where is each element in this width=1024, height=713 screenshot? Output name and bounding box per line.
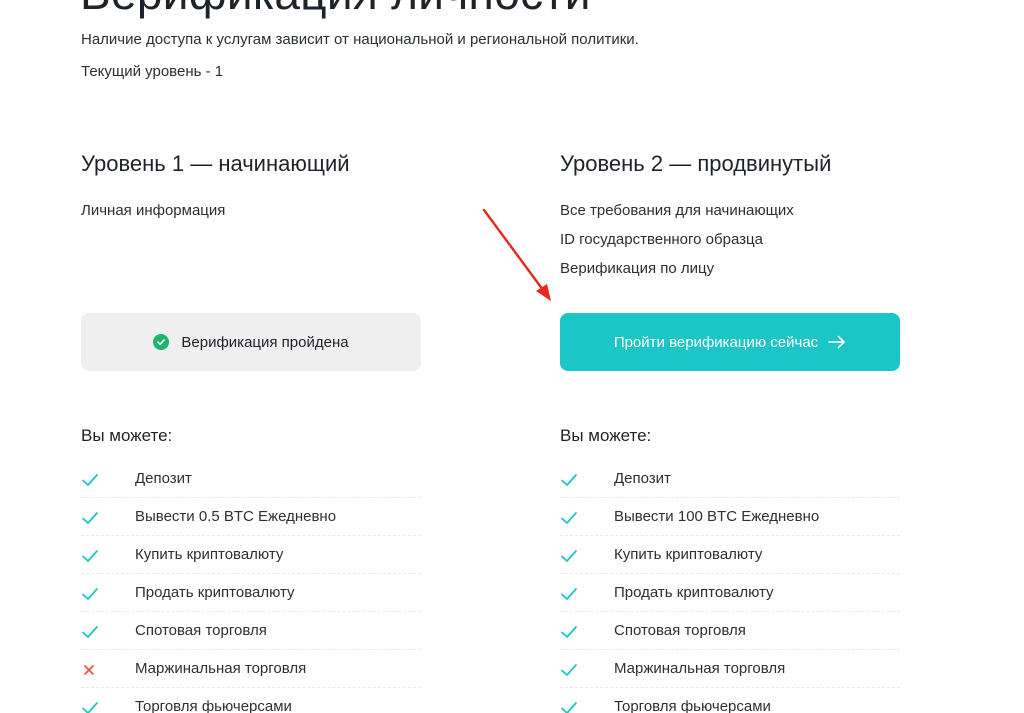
level-2-requirements: Все требования для начинающих ID государ… [560,202,794,289]
verification-passed-badge: Верификация пройдена [81,313,421,371]
check-icon [560,661,578,679]
feature-item: Вывести 0.5 BTC Ежедневно [81,498,421,536]
feature-item: Маржинальная торговля [81,650,421,688]
level-1-title: Уровень 1 — начинающий [81,151,350,176]
feature-item: Спотовая торговля [560,612,900,650]
verification-passed-label: Верификация пройдена [181,333,349,351]
feature-label: Продать криптовалюту [614,584,774,601]
check-icon [81,585,99,603]
requirement-item: Верификация по лицу [560,260,715,277]
requirement-item: Личная информация [81,202,226,219]
level-2-can-title: Вы можете: [560,426,652,445]
feature-label: Спотовая торговля [135,622,267,639]
feature-label: Купить криптовалюту [135,546,284,563]
feature-item: Продать криптовалюту [560,574,900,612]
verify-now-label: Пройти верификацию сейчас [613,333,819,351]
feature-label: Маржинальная торговля [135,660,307,677]
feature-label: Вывести 100 BTC Ежедневно [614,508,820,525]
check-icon [560,509,578,527]
feature-label: Продать криптовалюту [135,584,295,601]
check-icon [81,547,99,565]
requirement-item: ID государственного образца [560,231,763,248]
current-level: Текущий уровень - 1 [81,63,224,80]
policy-note: Наличие доступа к услугам зависит от нац… [81,31,639,48]
feature-item: Спотовая торговля [81,612,421,650]
feature-label: Спотовая торговля [614,622,746,639]
feature-label: Вывести 0.5 BTC Ежедневно [135,508,337,525]
check-icon [560,585,578,603]
level-1-card: Уровень 1 — начинающий Личная информация… [81,150,421,713]
feature-label: Торговля фьючерсами [614,698,771,713]
check-icon [81,699,99,713]
feature-item: Торговля фьючерсами [81,688,421,713]
feature-item: Купить криптовалюту [560,536,900,574]
verification-page: Верификация личности Наличие доступа к у… [0,0,1024,713]
feature-label: Депозит [614,470,671,487]
check-icon [560,547,578,565]
feature-item: Депозит [560,460,900,498]
arrow-right-icon [828,335,846,349]
level-1-can-title: Вы можете: [81,426,173,445]
cross-icon [81,661,99,679]
check-icon [81,471,99,489]
feature-item: Маржинальная торговля [560,650,900,688]
verify-now-button[interactable]: Пройти верификацию сейчас [560,313,900,371]
check-icon [560,471,578,489]
feature-label: Депозит [135,470,192,487]
feature-item: Купить криптовалюту [81,536,421,574]
level-2-title: Уровень 2 — продвинутый [560,151,832,176]
check-circle-icon [153,334,170,350]
annotation-arrow-icon [482,208,551,301]
check-icon [560,699,578,713]
level-2-feature-list: Депозит Вывести 100 BTC Ежедневно Купить… [560,460,900,713]
check-icon [81,623,99,641]
feature-item: Торговля фьючерсами [560,688,900,713]
feature-label: Торговля фьючерсами [135,698,292,713]
page-title: Верификация личности [80,0,591,20]
requirement-item: Все требования для начинающих [560,202,794,219]
feature-item: Продать криптовалюту [81,574,421,612]
feature-item: Вывести 100 BTC Ежедневно [560,498,900,536]
level-1-feature-list: Депозит Вывести 0.5 BTC Ежедневно Купить… [81,460,421,713]
check-icon [81,509,99,527]
level-1-requirements: Личная информация [81,202,225,231]
feature-label: Маржинальная торговля [614,660,786,677]
level-2-card: Уровень 2 — продвинутый Все требования д… [560,150,900,713]
check-icon [560,623,578,641]
feature-item: Депозит [81,460,421,498]
feature-label: Купить криптовалюту [614,546,763,563]
